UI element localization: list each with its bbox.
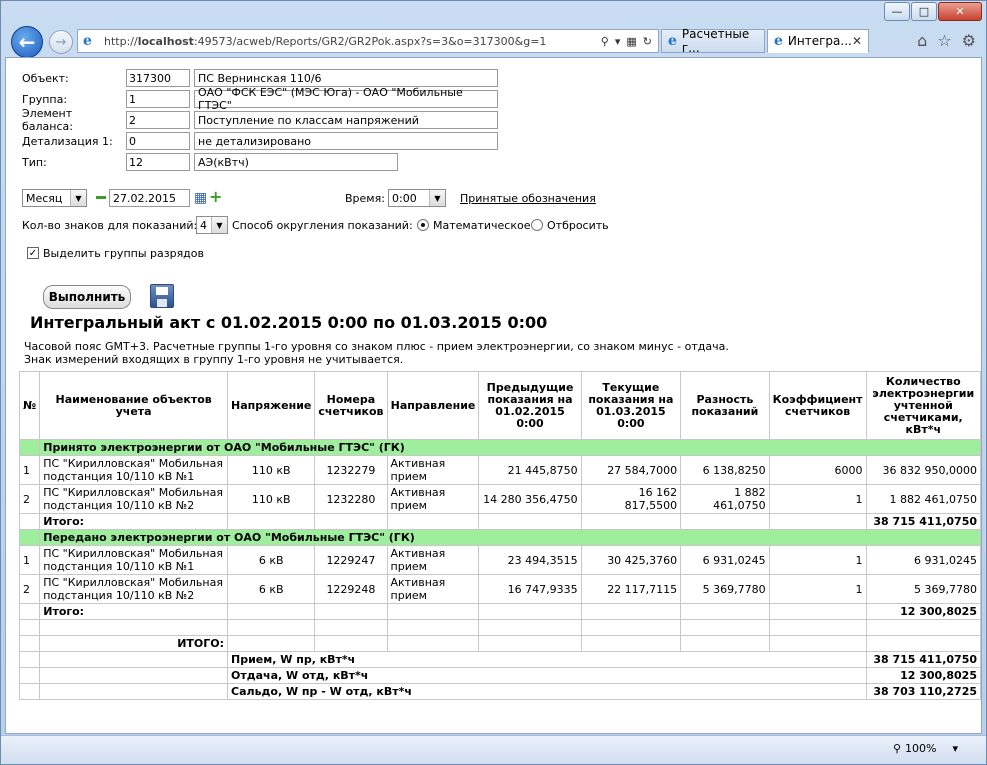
chevron-down-icon: ▼: [211, 217, 227, 233]
rounding-math-radio[interactable]: [417, 218, 429, 231]
page-content: Объект: 317300 ПС Вернинская 110/6 Групп…: [5, 57, 982, 734]
title-bar: — □ ✕: [1, 1, 986, 25]
section-header-row: Принято электроэнергии от ОАО "Мобильные…: [18, 439, 981, 456]
forward-button[interactable]: →: [49, 30, 73, 54]
summary-row: Прием, W пр, кВт*ч 38 715 411,0750: [18, 651, 981, 668]
table-header-row: № Наименование объектов учета Напряжение…: [18, 371, 981, 440]
chevron-down-icon: ▼: [70, 190, 86, 206]
table-row: 1 ПС "Кирилловская" Мобильная подстанция…: [18, 455, 981, 485]
grand-total-row: ИТОГО:: [18, 635, 981, 652]
legend-link[interactable]: Принятые обозначения: [460, 192, 596, 205]
calendar-icon[interactable]: ▦: [194, 190, 207, 206]
close-button[interactable]: ✕: [938, 2, 982, 21]
home-icon[interactable]: ⌂: [917, 31, 927, 50]
minus-icon[interactable]: [96, 196, 106, 199]
column-header: Номера счетчиков: [314, 371, 388, 440]
field-balance-element: Элемент баланса: 2 Поступление по класса…: [22, 107, 498, 133]
tab-integral[interactable]: e Интегра... ✕: [767, 29, 869, 53]
zoom-control[interactable]: ⚲ 100% ▾: [893, 742, 958, 755]
detail-code-input[interactable]: 0: [126, 132, 190, 150]
refresh-icon[interactable]: ↻: [643, 35, 652, 48]
browser-window: — □ ✕ ← → e http://localhost:49573/acweb…: [0, 0, 987, 765]
total-row: Итого: 38 715 411,0750: [18, 513, 981, 530]
balance-name-input[interactable]: Поступление по классам напряжений: [194, 111, 498, 129]
balance-code-input[interactable]: 2: [126, 111, 190, 129]
plus-icon[interactable]: +: [209, 187, 222, 206]
rounding-truncate-radio[interactable]: [531, 218, 543, 231]
ie-tab-icon: e: [668, 33, 677, 49]
chevron-down-icon: ▼: [429, 190, 445, 206]
gear-icon[interactable]: ⚙: [962, 31, 976, 50]
summary-row: Сальдо, W пр - W отд, кВт*ч 38 703 110,2…: [18, 683, 981, 700]
address-url: http://localhost:49573/acweb/Reports/GR2…: [104, 34, 547, 48]
field-object: Объект: 317300 ПС Вернинская 110/6: [22, 69, 498, 87]
zoom-icon: ⚲: [892, 742, 902, 755]
column-header: Разность показаний: [680, 371, 770, 440]
digits-select[interactable]: 4 ▼: [196, 216, 228, 234]
column-header: №: [18, 371, 41, 440]
group-name-input[interactable]: ОАО "ФСК ЕЭС" (МЭС Юга) - ОАО "Мобильные…: [194, 86, 498, 112]
status-bar: ⚲ 100% ▾: [1, 735, 986, 764]
save-icon[interactable]: [150, 284, 174, 308]
group-code-input[interactable]: 1: [126, 90, 190, 108]
column-header: Наименование объектов учета: [39, 371, 229, 440]
column-header: Коэффициент счетчиков: [768, 371, 867, 440]
navigation-bar: ← → e http://localhost:49573/acweb/Repor…: [1, 25, 986, 58]
field-type: Тип: 12 АЭ(кВтч): [22, 153, 398, 171]
minimize-button[interactable]: —: [884, 2, 910, 21]
field-detail: Детализация 1: 0 не детализировано: [22, 132, 498, 150]
object-code-input[interactable]: 317300: [126, 69, 190, 87]
column-header: Напряжение: [227, 371, 316, 440]
column-header: Предыдущие показания на 01.02.2015 0:00: [478, 371, 582, 440]
section-header-row: Передано электроэнергии от ОАО "Мобильны…: [18, 529, 981, 546]
summary-row: Отдача, W отд, кВт*ч 12 300,8025: [18, 667, 981, 684]
group-digits-checkbox[interactable]: ✓: [27, 246, 39, 259]
tab-reports[interactable]: e Расчетные г...: [661, 27, 765, 55]
table-row: 2 ПС "Кирилловская" Мобильная подстанция…: [18, 574, 981, 604]
date-input[interactable]: 27.02.2015: [109, 189, 190, 207]
table-row: 2 ПС "Кирилловская" Мобильная подстанция…: [18, 484, 981, 514]
ie-page-icon: e: [83, 33, 92, 49]
column-header: Текущие показания на 01.03.2015 0:00: [580, 371, 682, 440]
column-header: Количество электроэнергии учтенной счетч…: [865, 371, 981, 440]
table-row: 1 ПС "Кирилловская" Мобильная подстанция…: [18, 545, 981, 575]
report-title: Интегральный акт с 01.02.2015 0:00 по 01…: [30, 313, 548, 332]
back-button[interactable]: ←: [11, 26, 43, 58]
compatibility-icon[interactable]: ▦: [626, 35, 636, 48]
search-icon[interactable]: ⚲: [601, 35, 609, 48]
detail-name-input[interactable]: не детализировано: [194, 132, 498, 150]
run-button[interactable]: Выполнить: [43, 285, 131, 309]
ie-tab-icon: e: [774, 33, 783, 49]
field-group: Группа: 1 ОАО "ФСК ЕЭС" (МЭС Юга) - ОАО …: [22, 86, 498, 112]
time-select[interactable]: 0:00 ▼: [388, 189, 446, 207]
total-row: Итого: 12 300,8025: [18, 603, 981, 620]
column-header: Направление: [386, 371, 480, 440]
favorites-star-icon[interactable]: ☆: [937, 31, 951, 50]
chevron-down-icon: ▾: [952, 742, 958, 755]
object-name-input[interactable]: ПС Вернинская 110/6: [194, 69, 498, 87]
maximize-button[interactable]: □: [911, 2, 937, 21]
dropdown-arrow-icon[interactable]: ▾: [615, 35, 621, 48]
empty-row: [18, 619, 981, 636]
type-name-input[interactable]: АЭ(кВтч): [194, 153, 398, 171]
close-tab-icon[interactable]: ✕: [852, 34, 862, 48]
report-note-2: Знак измерений входящих в группу 1-го ур…: [24, 353, 404, 366]
report-note-1: Часовой пояс GMT+3. Расчетные группы 1-г…: [24, 340, 729, 353]
period-select[interactable]: Месяц ▼: [22, 189, 87, 207]
type-code-input[interactable]: 12: [126, 153, 190, 171]
report-table: № Наименование объектов учета Напряжение…: [18, 371, 981, 700]
address-bar[interactable]: e http://localhost:49573/acweb/Reports/G…: [77, 29, 659, 53]
